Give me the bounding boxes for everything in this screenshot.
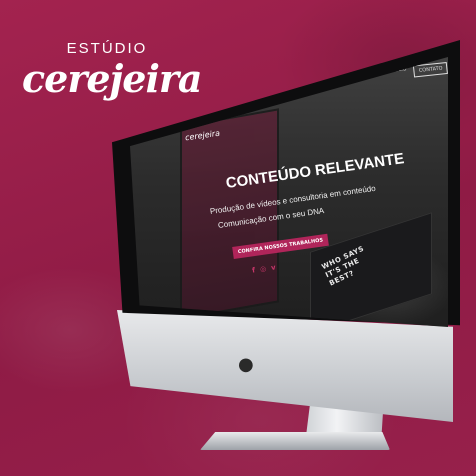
facebook-icon[interactable]: f — [252, 266, 256, 274]
imac-stand-base — [200, 432, 390, 450]
apple-logo-icon: ● — [238, 354, 254, 375]
vimeo-icon[interactable]: v — [271, 263, 277, 272]
instagram-icon[interactable]: ◎ — [260, 265, 267, 274]
imac-chin — [117, 310, 453, 422]
imac-mockup: ● WHO SAYSIT'S THEBEST? HOME SOLUÇÕES PO… — [0, 0, 476, 476]
